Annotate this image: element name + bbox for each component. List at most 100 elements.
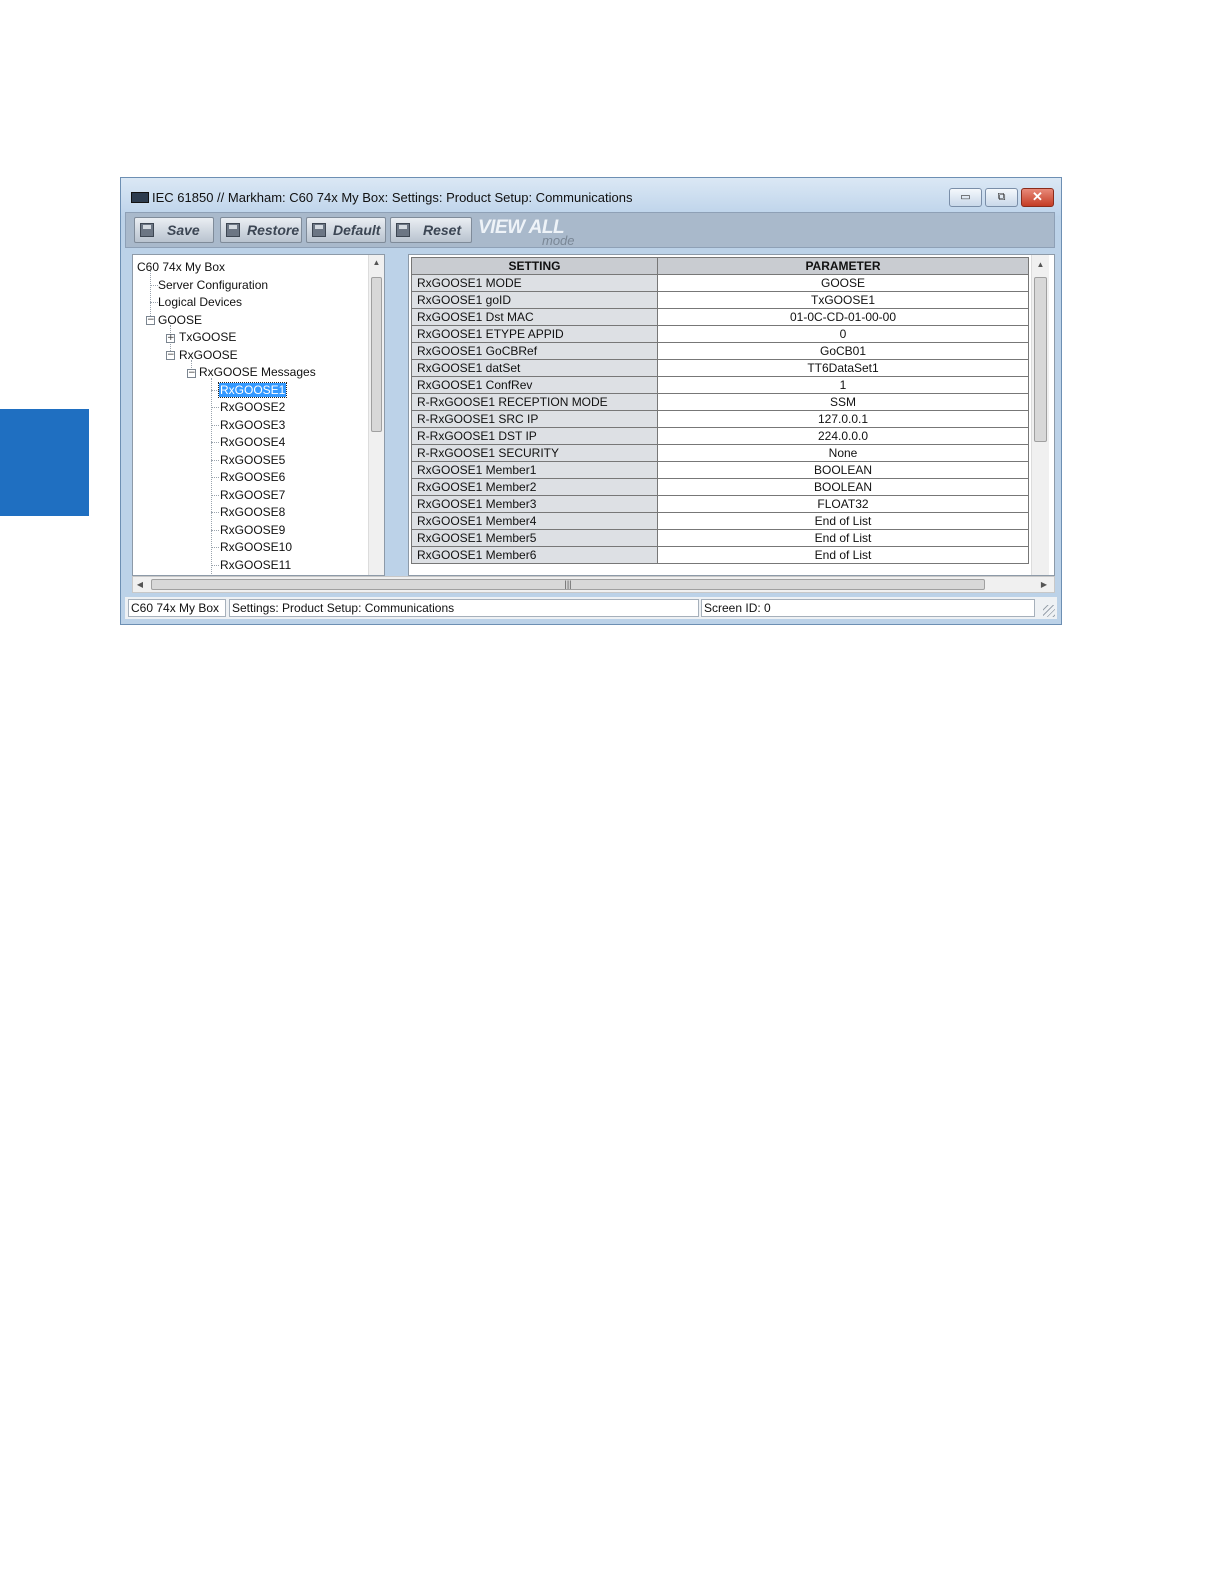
- parameter-cell[interactable]: SSM: [657, 393, 1029, 411]
- tree-item-rxgoose7[interactable]: RxGOOSE7: [220, 488, 285, 502]
- table-row[interactable]: RxGOOSE1 Member4 End of List: [411, 512, 1029, 530]
- default-button[interactable]: Default: [306, 217, 386, 243]
- tree-item-rxgoose10[interactable]: RxGOOSE10: [220, 540, 292, 554]
- tree-connector: [211, 460, 219, 461]
- tree-connector: [150, 271, 151, 316]
- title-bar[interactable]: IEC 61850 // Markham: C60 74x My Box: Se…: [121, 178, 1061, 216]
- scroll-up-icon[interactable]: ▲: [1032, 260, 1049, 269]
- parameter-cell[interactable]: 1: [657, 376, 1029, 394]
- tree-item-logical-devices[interactable]: Logical Devices: [158, 295, 242, 309]
- view-mode-label: mode: [542, 233, 575, 248]
- parameter-cell[interactable]: 01-0C-CD-01-00-00: [657, 308, 1029, 326]
- tree-item-rxgoose2[interactable]: RxGOOSE2: [220, 400, 285, 414]
- parameter-cell[interactable]: TxGOOSE1: [657, 291, 1029, 309]
- parameter-cell[interactable]: End of List: [657, 529, 1029, 547]
- tree-item-goose[interactable]: GOOSE: [158, 313, 202, 327]
- parameter-cell[interactable]: BOOLEAN: [657, 478, 1029, 496]
- table-row[interactable]: RxGOOSE1 Member1 BOOLEAN: [411, 461, 1029, 479]
- table-row[interactable]: RxGOOSE1 ConfRev 1: [411, 376, 1029, 394]
- restore-button[interactable]: ⧉: [985, 188, 1018, 207]
- parameter-cell[interactable]: BOOLEAN: [657, 461, 1029, 479]
- setting-cell: RxGOOSE1 Member3: [411, 495, 658, 513]
- parameter-cell[interactable]: TT6DataSet1: [657, 359, 1029, 377]
- tree-scroll-thumb[interactable]: [371, 277, 382, 432]
- parameter-cell[interactable]: End of List: [657, 512, 1029, 530]
- parameter-column-header[interactable]: PARAMETER: [657, 257, 1029, 275]
- status-bar: C60 74x My Box Settings: Product Setup: …: [125, 597, 1057, 619]
- table-row[interactable]: RxGOOSE1 Member5 End of List: [411, 529, 1029, 547]
- status-device: C60 74x My Box: [128, 599, 226, 617]
- setting-column-header[interactable]: SETTING: [411, 257, 658, 275]
- table-row[interactable]: R-RxGOOSE1 SRC IP 127.0.0.1: [411, 410, 1029, 428]
- save-icon: [140, 223, 154, 237]
- tree-vertical-scrollbar[interactable]: ▲: [368, 255, 384, 575]
- table-row[interactable]: RxGOOSE1 Member3 FLOAT32: [411, 495, 1029, 513]
- default-icon: [312, 223, 326, 237]
- restore-icon: [226, 223, 240, 237]
- close-button[interactable]: ✕: [1021, 188, 1054, 207]
- reset-button[interactable]: Reset: [390, 217, 472, 243]
- window-title: IEC 61850 // Markham: C60 74x My Box: Se…: [152, 190, 633, 205]
- tree-item-rxgoose9[interactable]: RxGOOSE9: [220, 523, 285, 537]
- table-row[interactable]: RxGOOSE1 GoCBRef GoCB01: [411, 342, 1029, 360]
- grid-scroll-thumb[interactable]: [1034, 277, 1047, 442]
- table-row[interactable]: RxGOOSE1 Member2 BOOLEAN: [411, 478, 1029, 496]
- table-row[interactable]: RxGOOSE1 MODE GOOSE: [411, 274, 1029, 292]
- horizontal-scrollbar[interactable]: ◀ ||| ▶: [132, 576, 1055, 593]
- tree-item-rxgoose8[interactable]: RxGOOSE8: [220, 505, 285, 519]
- chapter-side-tab: [0, 409, 89, 516]
- minimize-button[interactable]: ▭: [949, 188, 982, 207]
- parameter-cell[interactable]: 127.0.0.1: [657, 410, 1029, 428]
- tree-item-rxgoose-messages[interactable]: RxGOOSE Messages: [199, 365, 316, 379]
- tree-item-rxgoose5[interactable]: RxGOOSE5: [220, 453, 285, 467]
- resize-grip-icon[interactable]: [1043, 605, 1055, 617]
- table-row[interactable]: RxGOOSE1 datSet TT6DataSet1: [411, 359, 1029, 377]
- tree-connector: [211, 547, 219, 548]
- tree-item-server-configuration[interactable]: Server Configuration: [158, 278, 268, 292]
- collapse-rxgoose-icon[interactable]: −: [166, 351, 175, 360]
- collapse-rxgoose-messages-icon[interactable]: −: [187, 369, 196, 378]
- tree-connector: [211, 512, 219, 513]
- collapse-goose-icon[interactable]: −: [146, 316, 155, 325]
- tree-connector: [211, 442, 219, 443]
- tree-item-rxgoose6[interactable]: RxGOOSE6: [220, 470, 285, 484]
- tree-item-txgoose[interactable]: TxGOOSE: [179, 330, 236, 344]
- setting-cell: RxGOOSE1 goID: [411, 291, 658, 309]
- tree-connector: [211, 495, 219, 496]
- restore-settings-button[interactable]: Restore: [220, 217, 302, 243]
- horizontal-scroll-thumb[interactable]: |||: [151, 579, 985, 590]
- scroll-left-icon[interactable]: ◀: [135, 580, 145, 589]
- save-button[interactable]: Save: [134, 217, 214, 243]
- grid-vertical-scrollbar[interactable]: ▲: [1031, 255, 1049, 575]
- table-row[interactable]: R-RxGOOSE1 SECURITY None: [411, 444, 1029, 462]
- table-row[interactable]: RxGOOSE1 goID TxGOOSE1: [411, 291, 1029, 309]
- expand-txgoose-icon[interactable]: +: [166, 334, 175, 343]
- setting-cell: RxGOOSE1 Member5: [411, 529, 658, 547]
- parameter-cell[interactable]: 224.0.0.0: [657, 427, 1029, 445]
- parameter-cell[interactable]: GoCB01: [657, 342, 1029, 360]
- tree-item-rxgoose[interactable]: RxGOOSE: [179, 348, 238, 362]
- tree-item-root[interactable]: C60 74x My Box: [137, 260, 225, 274]
- parameter-cell[interactable]: 0: [657, 325, 1029, 343]
- save-button-label: Save: [167, 222, 200, 238]
- tree-item-rxgoose3[interactable]: RxGOOSE3: [220, 418, 285, 432]
- setting-cell: R-RxGOOSE1 SECURITY: [411, 444, 658, 462]
- table-row[interactable]: RxGOOSE1 ETYPE APPID 0: [411, 325, 1029, 343]
- tree-connector: [211, 425, 219, 426]
- parameter-cell[interactable]: GOOSE: [657, 274, 1029, 292]
- toolbar: Save Restore Default Reset VIEW ALL mode: [125, 212, 1055, 248]
- setting-cell: RxGOOSE1 Member6: [411, 546, 658, 564]
- tree-item-rxgoose11[interactable]: RxGOOSE11: [220, 558, 291, 572]
- table-row[interactable]: R-RxGOOSE1 RECEPTION MODE SSM: [411, 393, 1029, 411]
- scroll-up-icon[interactable]: ▲: [369, 258, 384, 267]
- table-row[interactable]: RxGOOSE1 Dst MAC 01-0C-CD-01-00-00: [411, 308, 1029, 326]
- tree-item-rxgoose1[interactable]: RxGOOSE1: [217, 382, 288, 398]
- table-row[interactable]: RxGOOSE1 Member6 End of List: [411, 546, 1029, 564]
- scroll-right-icon[interactable]: ▶: [1039, 580, 1049, 589]
- parameter-cell[interactable]: FLOAT32: [657, 495, 1029, 513]
- parameter-cell[interactable]: None: [657, 444, 1029, 462]
- parameter-cell[interactable]: End of List: [657, 546, 1029, 564]
- setting-cell: R-RxGOOSE1 SRC IP: [411, 410, 658, 428]
- tree-item-rxgoose4[interactable]: RxGOOSE4: [220, 435, 285, 449]
- table-row[interactable]: R-RxGOOSE1 DST IP 224.0.0.0: [411, 427, 1029, 445]
